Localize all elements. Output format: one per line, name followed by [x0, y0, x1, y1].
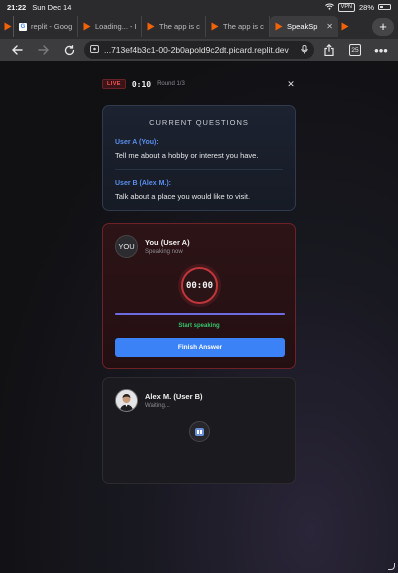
tab-4[interactable]: The app is cu	[206, 16, 270, 37]
avatar	[115, 389, 138, 412]
url-text: ...713ef4b3c1-00-2b0apold9c2dt.picard.re…	[104, 45, 289, 55]
questions-divider	[115, 169, 283, 170]
speaker-b-name: Alex M. (User B)	[145, 392, 203, 401]
speaker-card-user-a: YOU You (User A) Speaking now 00:00 Star…	[102, 223, 296, 369]
round-indicator: Round 1/3	[157, 81, 185, 87]
question-user-b: User B (Alex M.): Talk about a place you…	[115, 180, 283, 201]
countdown-value: 00:00	[185, 280, 214, 291]
tab-6[interactable]	[338, 22, 352, 31]
start-speaking-hint: Start speaking	[178, 323, 220, 329]
site-info-icon[interactable]	[90, 45, 99, 55]
vpn-badge: VPN	[337, 2, 355, 12]
more-menu-button[interactable]: •••	[370, 40, 392, 60]
speaker-a-name: You (User A)	[145, 238, 190, 247]
tab-0[interactable]	[4, 16, 14, 37]
arrow-left-icon	[11, 45, 23, 55]
session-timer: 0:10	[131, 79, 152, 89]
avatar: YOU	[115, 235, 138, 258]
browser-toolbar: ...713ef4b3c1-00-2b0apold9c2dt.picard.re…	[0, 39, 398, 61]
address-bar[interactable]: ...713ef4b3c1-00-2b0apold9c2dt.picard.re…	[84, 41, 314, 59]
share-icon	[324, 44, 334, 56]
tab-2[interactable]: Loading... - R	[78, 16, 142, 37]
session-header: LIVE 0:10 Round 1/3 ✕	[102, 77, 296, 91]
live-badge: LIVE	[102, 79, 126, 89]
more-dots-icon: •••	[374, 42, 388, 58]
status-right: VPN 28%	[324, 2, 391, 12]
tab-3[interactable]: The app is cu	[142, 16, 206, 37]
browser-tab-bar: G replit - Goog Loading... - R The app i…	[0, 14, 398, 39]
status-date: Sun Dec 14	[32, 2, 72, 12]
speaker-card-user-b: Alex M. (User B) Waiting...	[102, 377, 296, 484]
back-button[interactable]	[6, 40, 28, 60]
speaker-b-status: Waiting...	[145, 403, 170, 409]
reload-icon	[64, 44, 74, 55]
replit-icon	[83, 22, 91, 31]
person-photo-icon	[116, 390, 137, 411]
replit-icon	[211, 22, 219, 31]
speaker-b-info: Alex M. (User B) Waiting...	[115, 389, 203, 412]
arrow-right-icon	[37, 45, 49, 55]
resize-handle-icon[interactable]	[388, 563, 395, 570]
tab-1[interactable]: G replit - Goog	[14, 16, 78, 37]
new-tab-button[interactable]: +	[372, 17, 394, 36]
speaker-a-status: Speaking now	[145, 249, 183, 255]
tab-count: 25	[349, 44, 361, 56]
reload-button[interactable]	[58, 40, 80, 60]
replit-icon	[4, 22, 12, 31]
tab-active[interactable]: SpeakSp ✕	[270, 16, 338, 37]
google-icon: G	[19, 22, 27, 31]
tab-switcher-button[interactable]: 25	[344, 40, 366, 60]
question-user-b-label: User B (Alex M.):	[115, 180, 172, 187]
page-content: LIVE 0:10 Round 1/3 ✕ CURRENT QUESTIONS …	[0, 61, 398, 573]
replit-icon	[275, 22, 283, 31]
current-questions-card: CURRENT QUESTIONS User A (You): Tell me …	[102, 105, 296, 211]
close-session-button[interactable]: ✕	[286, 79, 296, 90]
question-user-a: User A (You): Tell me about a hobby or i…	[115, 139, 283, 160]
answer-countdown: 00:00	[181, 267, 218, 304]
battery-icon	[378, 4, 391, 10]
status-bar: 21:22 Sun Dec 14 VPN 28%	[0, 0, 398, 14]
close-tab-icon[interactable]: ✕	[326, 22, 333, 31]
question-user-a-label: User A (You):	[115, 139, 159, 146]
answer-progress-fill	[115, 313, 285, 315]
speaker-a-info: YOU You (User A) Speaking now	[115, 235, 190, 258]
plus-icon: +	[379, 19, 387, 34]
mic-icon[interactable]	[301, 44, 308, 56]
question-user-b-text: Talk about a place you would like to vis…	[115, 192, 251, 201]
question-user-a-text: Tell me about a hobby or interest you ha…	[115, 151, 259, 160]
replit-icon	[341, 22, 349, 31]
answer-progress-bar	[115, 313, 285, 315]
status-time: 21:22	[7, 2, 27, 12]
questions-title: CURRENT QUESTIONS	[149, 118, 249, 127]
pause-button[interactable]	[189, 421, 210, 442]
battery-percent: 28%	[358, 2, 374, 12]
finish-answer-button[interactable]: Finish Answer	[115, 338, 285, 357]
pause-icon	[195, 427, 204, 436]
wifi-icon	[324, 3, 334, 12]
forward-button[interactable]	[32, 40, 54, 60]
share-button[interactable]	[318, 40, 340, 60]
replit-icon	[147, 22, 155, 31]
